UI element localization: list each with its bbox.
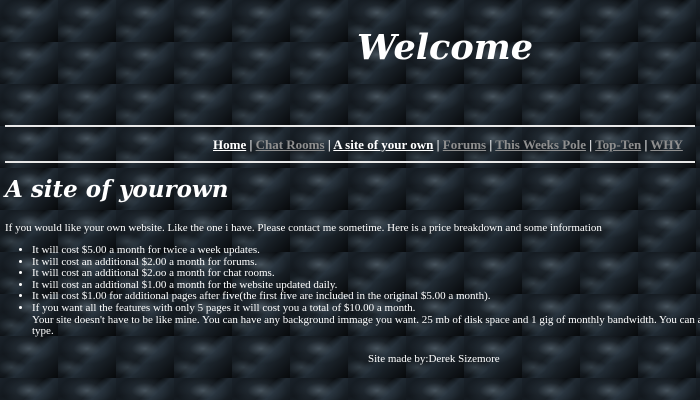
nav-link-top-ten[interactable]: Top-Ten xyxy=(595,137,641,152)
nav-link-this-weeks-pole[interactable]: This Weeks Pole xyxy=(495,137,586,152)
nav-link-site-of-your-own[interactable]: A site of your own xyxy=(333,137,433,152)
price-list: It will cost $5.00 a month for twice a w… xyxy=(18,244,700,338)
site-credit: Site made by:Derek Sizemore xyxy=(368,353,500,365)
nav-bar: Home | Chat Rooms | A site of your own |… xyxy=(213,137,683,153)
page-title: Welcome xyxy=(357,27,533,68)
nav-separator: | xyxy=(489,137,493,152)
nav-link-home[interactable]: Home xyxy=(213,137,246,152)
extra-info-text-continued: type. xyxy=(32,325,54,338)
nav-separator: | xyxy=(327,137,331,152)
list-item: If you want all the features with only 5… xyxy=(32,301,700,338)
nav-link-chat-rooms[interactable]: Chat Rooms xyxy=(256,137,325,152)
list-item: It will cost $5.00 a month for twice a w… xyxy=(32,244,700,257)
bottom-divider xyxy=(5,161,695,163)
nav-separator: | xyxy=(589,137,593,152)
list-item-text: If you want all the features with only 5… xyxy=(32,301,416,314)
nav-link-why[interactable]: WHY xyxy=(650,137,683,152)
nav-separator: | xyxy=(249,137,253,152)
nav-link-forums[interactable]: Forums xyxy=(443,137,486,152)
nav-separator: | xyxy=(436,137,440,152)
intro-text: If you would like your own website. Like… xyxy=(5,222,602,234)
top-divider xyxy=(5,125,695,127)
section-title: A site of yourown xyxy=(5,176,229,203)
extra-info-text: Your site doesn't have to be like mine. … xyxy=(32,313,700,326)
nav-separator: | xyxy=(644,137,648,152)
